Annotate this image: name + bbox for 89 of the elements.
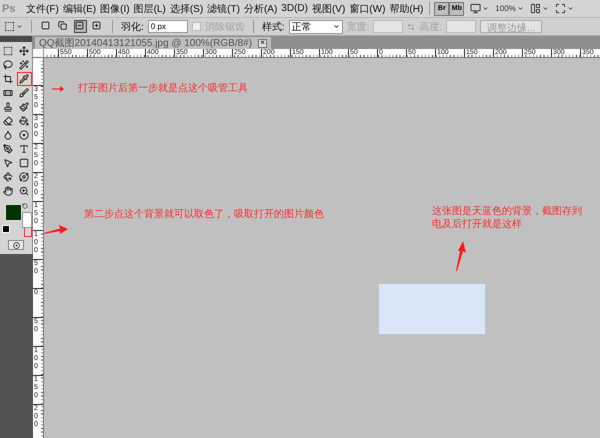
orbit-icon	[19, 172, 29, 182]
menu-item[interactable]: 图像(I)	[98, 2, 132, 16]
arrange-documents-button[interactable]	[530, 2, 549, 15]
type-icon	[19, 144, 29, 154]
eyedropper-tool[interactable]	[16, 72, 32, 86]
wand-icon	[19, 60, 29, 70]
caret-icon	[566, 5, 574, 12]
move-tool[interactable]	[16, 44, 32, 58]
fullscreen-icon	[554, 3, 566, 14]
disc-icon	[19, 130, 29, 140]
brush-icon	[19, 88, 29, 98]
paintbrush-tool[interactable]	[16, 100, 32, 114]
app-logo: Ps	[2, 2, 16, 14]
tab-title: QQ截图20140413121055.jpg @ 100%(RGB/8#)	[39, 36, 252, 49]
menu-item[interactable]: 图层(L)	[132, 2, 168, 16]
menu-item[interactable]: 帮助(H)	[387, 2, 426, 16]
quick-mask-button[interactable]	[8, 240, 24, 250]
rotate-3d-tool[interactable]	[0, 170, 16, 184]
eraser-tool[interactable]	[0, 114, 16, 128]
close-button[interactable]: ×	[258, 38, 268, 48]
menu-item[interactable]: 滤镜(T)	[205, 2, 242, 16]
annotation-text: 打开图片后第一步就是点这个吸管工具	[78, 82, 248, 95]
crop-icon	[3, 74, 13, 84]
paint-bucket-icon	[19, 116, 29, 126]
menu-item[interactable]: 3D(D)	[279, 3, 310, 14]
hand-icon	[3, 186, 13, 196]
subtract-selection-button[interactable]	[74, 20, 87, 33]
layout-icon	[530, 3, 541, 14]
zoom-icon	[19, 186, 29, 196]
style-select[interactable]: 正常	[288, 20, 343, 34]
feather-field[interactable]: 0 px	[148, 20, 188, 33]
bandage-icon	[3, 88, 13, 98]
marquee-icon	[4, 21, 15, 32]
rectangle-icon	[19, 158, 29, 168]
menu-item[interactable]: 分析(A)	[242, 2, 280, 16]
pen-icon	[3, 144, 13, 154]
subtract-selection-icon	[75, 21, 84, 30]
marquee-icon	[3, 46, 13, 56]
lasso-tool[interactable]	[0, 58, 16, 72]
brush-tool[interactable]	[16, 86, 32, 100]
stamp-icon	[3, 102, 13, 112]
rotate-3d-icon	[3, 172, 13, 182]
color-swatch[interactable]	[22, 212, 32, 228]
droplet-icon	[3, 130, 13, 140]
hand-tool[interactable]	[0, 184, 16, 198]
disc-tool[interactable]	[16, 128, 32, 142]
document-tab[interactable]: QQ截图20140413121055.jpg @ 100%(RGB/8#) ×	[35, 37, 272, 49]
view-extras-button[interactable]	[470, 2, 490, 15]
menu-item[interactable]: 编辑(E)	[60, 2, 98, 16]
wand-tool[interactable]	[16, 58, 32, 72]
lasso-icon	[3, 60, 13, 70]
annotation-text: 第二步点这个背景就可以取色了，吸取打开的图片颜色	[84, 208, 324, 221]
pointer-icon	[3, 158, 13, 168]
caret-icon	[516, 5, 524, 12]
caret-icon	[332, 23, 340, 30]
tool-preset-button[interactable]	[4, 20, 23, 33]
add-selection-icon	[58, 21, 67, 30]
eraser-icon	[3, 116, 13, 126]
menu-item[interactable]: 文件(F)	[24, 2, 61, 16]
monitor-icon	[470, 3, 482, 14]
style-label: 样式:	[262, 20, 285, 34]
zoom-level-text: 100%	[495, 4, 516, 13]
feather-label: 羽化:	[121, 20, 144, 34]
arrow-icon	[44, 225, 68, 234]
disc-icon	[12, 242, 20, 248]
screen-mode-button[interactable]	[554, 2, 574, 15]
arrow-icon	[52, 86, 64, 92]
swap-colors-icon[interactable]	[22, 203, 28, 209]
zoom-level-button[interactable]: 100%	[495, 2, 524, 15]
annotation-text: 这张图是天蓝色的背景，截图存到电及后打开就是这样	[432, 205, 583, 231]
arrow-icon	[456, 241, 466, 271]
menu-item[interactable]: 视图(V)	[310, 2, 348, 16]
paint-bucket-tool[interactable]	[16, 114, 32, 128]
pen-tool[interactable]	[0, 142, 16, 156]
width-field[interactable]	[373, 20, 404, 33]
menu-item[interactable]: 选择(S)	[168, 2, 206, 16]
paintbrush-icon	[19, 102, 29, 112]
crop-tool[interactable]	[0, 72, 16, 86]
caret-icon	[16, 23, 23, 30]
menu-item[interactable]: 窗口(W)	[347, 2, 388, 16]
eyedropper-icon	[19, 74, 29, 84]
new-selection-icon	[41, 21, 50, 30]
height-field[interactable]	[446, 20, 476, 33]
caret-icon	[542, 5, 549, 12]
intersect-selection-icon	[92, 21, 101, 30]
orbit-tool[interactable]	[16, 170, 32, 184]
default-colors-icon[interactable]	[2, 225, 10, 233]
caret-icon	[482, 5, 490, 12]
move-icon	[19, 46, 29, 56]
